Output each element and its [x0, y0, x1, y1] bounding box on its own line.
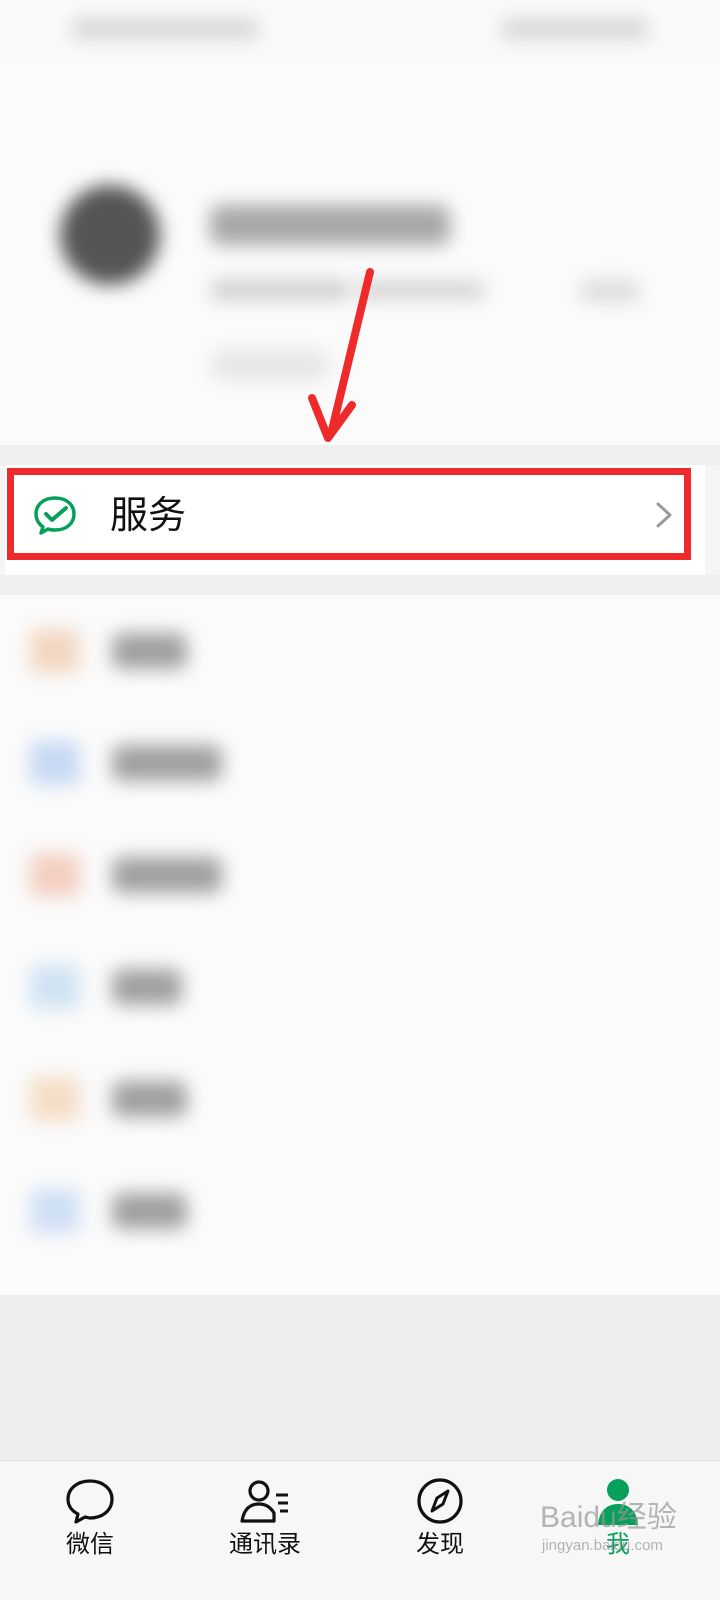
section-divider-2 [0, 575, 720, 595]
empty-area [0, 1295, 720, 1460]
chat-bubble-icon [66, 1479, 114, 1524]
contacts-icon [240, 1480, 288, 1523]
status-bar-time [70, 18, 260, 40]
favorites-icon [30, 629, 80, 673]
highlight-box [7, 468, 691, 560]
service-row[interactable]: 服务 [5, 465, 705, 575]
menu-item-favorites[interactable] [0, 595, 720, 707]
menu-item-label [112, 969, 182, 1005]
compass-icon [417, 1478, 463, 1524]
videos-icon [30, 853, 80, 897]
status-bar-indicators [500, 18, 650, 40]
watermark-text: Baidu经验 [540, 1501, 677, 1534]
stickers-icon [30, 1077, 80, 1121]
tab-label: 微信 [66, 1530, 114, 1558]
menu-item-videos[interactable] [0, 819, 720, 931]
menu-item-cards[interactable] [0, 931, 720, 1043]
profile-name [210, 205, 450, 245]
menu-item-label [112, 745, 222, 781]
menu-item-settings[interactable] [0, 1155, 720, 1267]
tab-wechat[interactable]: 微信 [0, 1461, 180, 1600]
watermark-subtext: jingyan.baidu.com [542, 1537, 663, 1554]
watermark: Baidu经验 jingyan.baidu.com [540, 1500, 710, 1590]
tab-contacts[interactable]: 通讯录 [175, 1461, 355, 1600]
status-bar [0, 0, 720, 60]
tab-discover[interactable]: 发现 [350, 1461, 530, 1600]
tab-label: 发现 [416, 1530, 464, 1558]
settings-icon [30, 1189, 80, 1233]
menu-list [0, 595, 720, 1295]
moments-icon [30, 741, 80, 785]
menu-item-moments[interactable] [0, 707, 720, 819]
menu-item-label [112, 1193, 187, 1229]
cards-icon [30, 965, 80, 1009]
menu-item-label [112, 1081, 187, 1117]
menu-item-label [112, 857, 222, 893]
annotation-arrow-icon [308, 268, 374, 442]
qr-code-icon[interactable] [580, 280, 640, 302]
avatar[interactable] [60, 185, 160, 285]
menu-item-stickers[interactable] [0, 1043, 720, 1155]
tab-label: 通讯录 [229, 1530, 301, 1558]
menu-item-label [112, 633, 187, 669]
